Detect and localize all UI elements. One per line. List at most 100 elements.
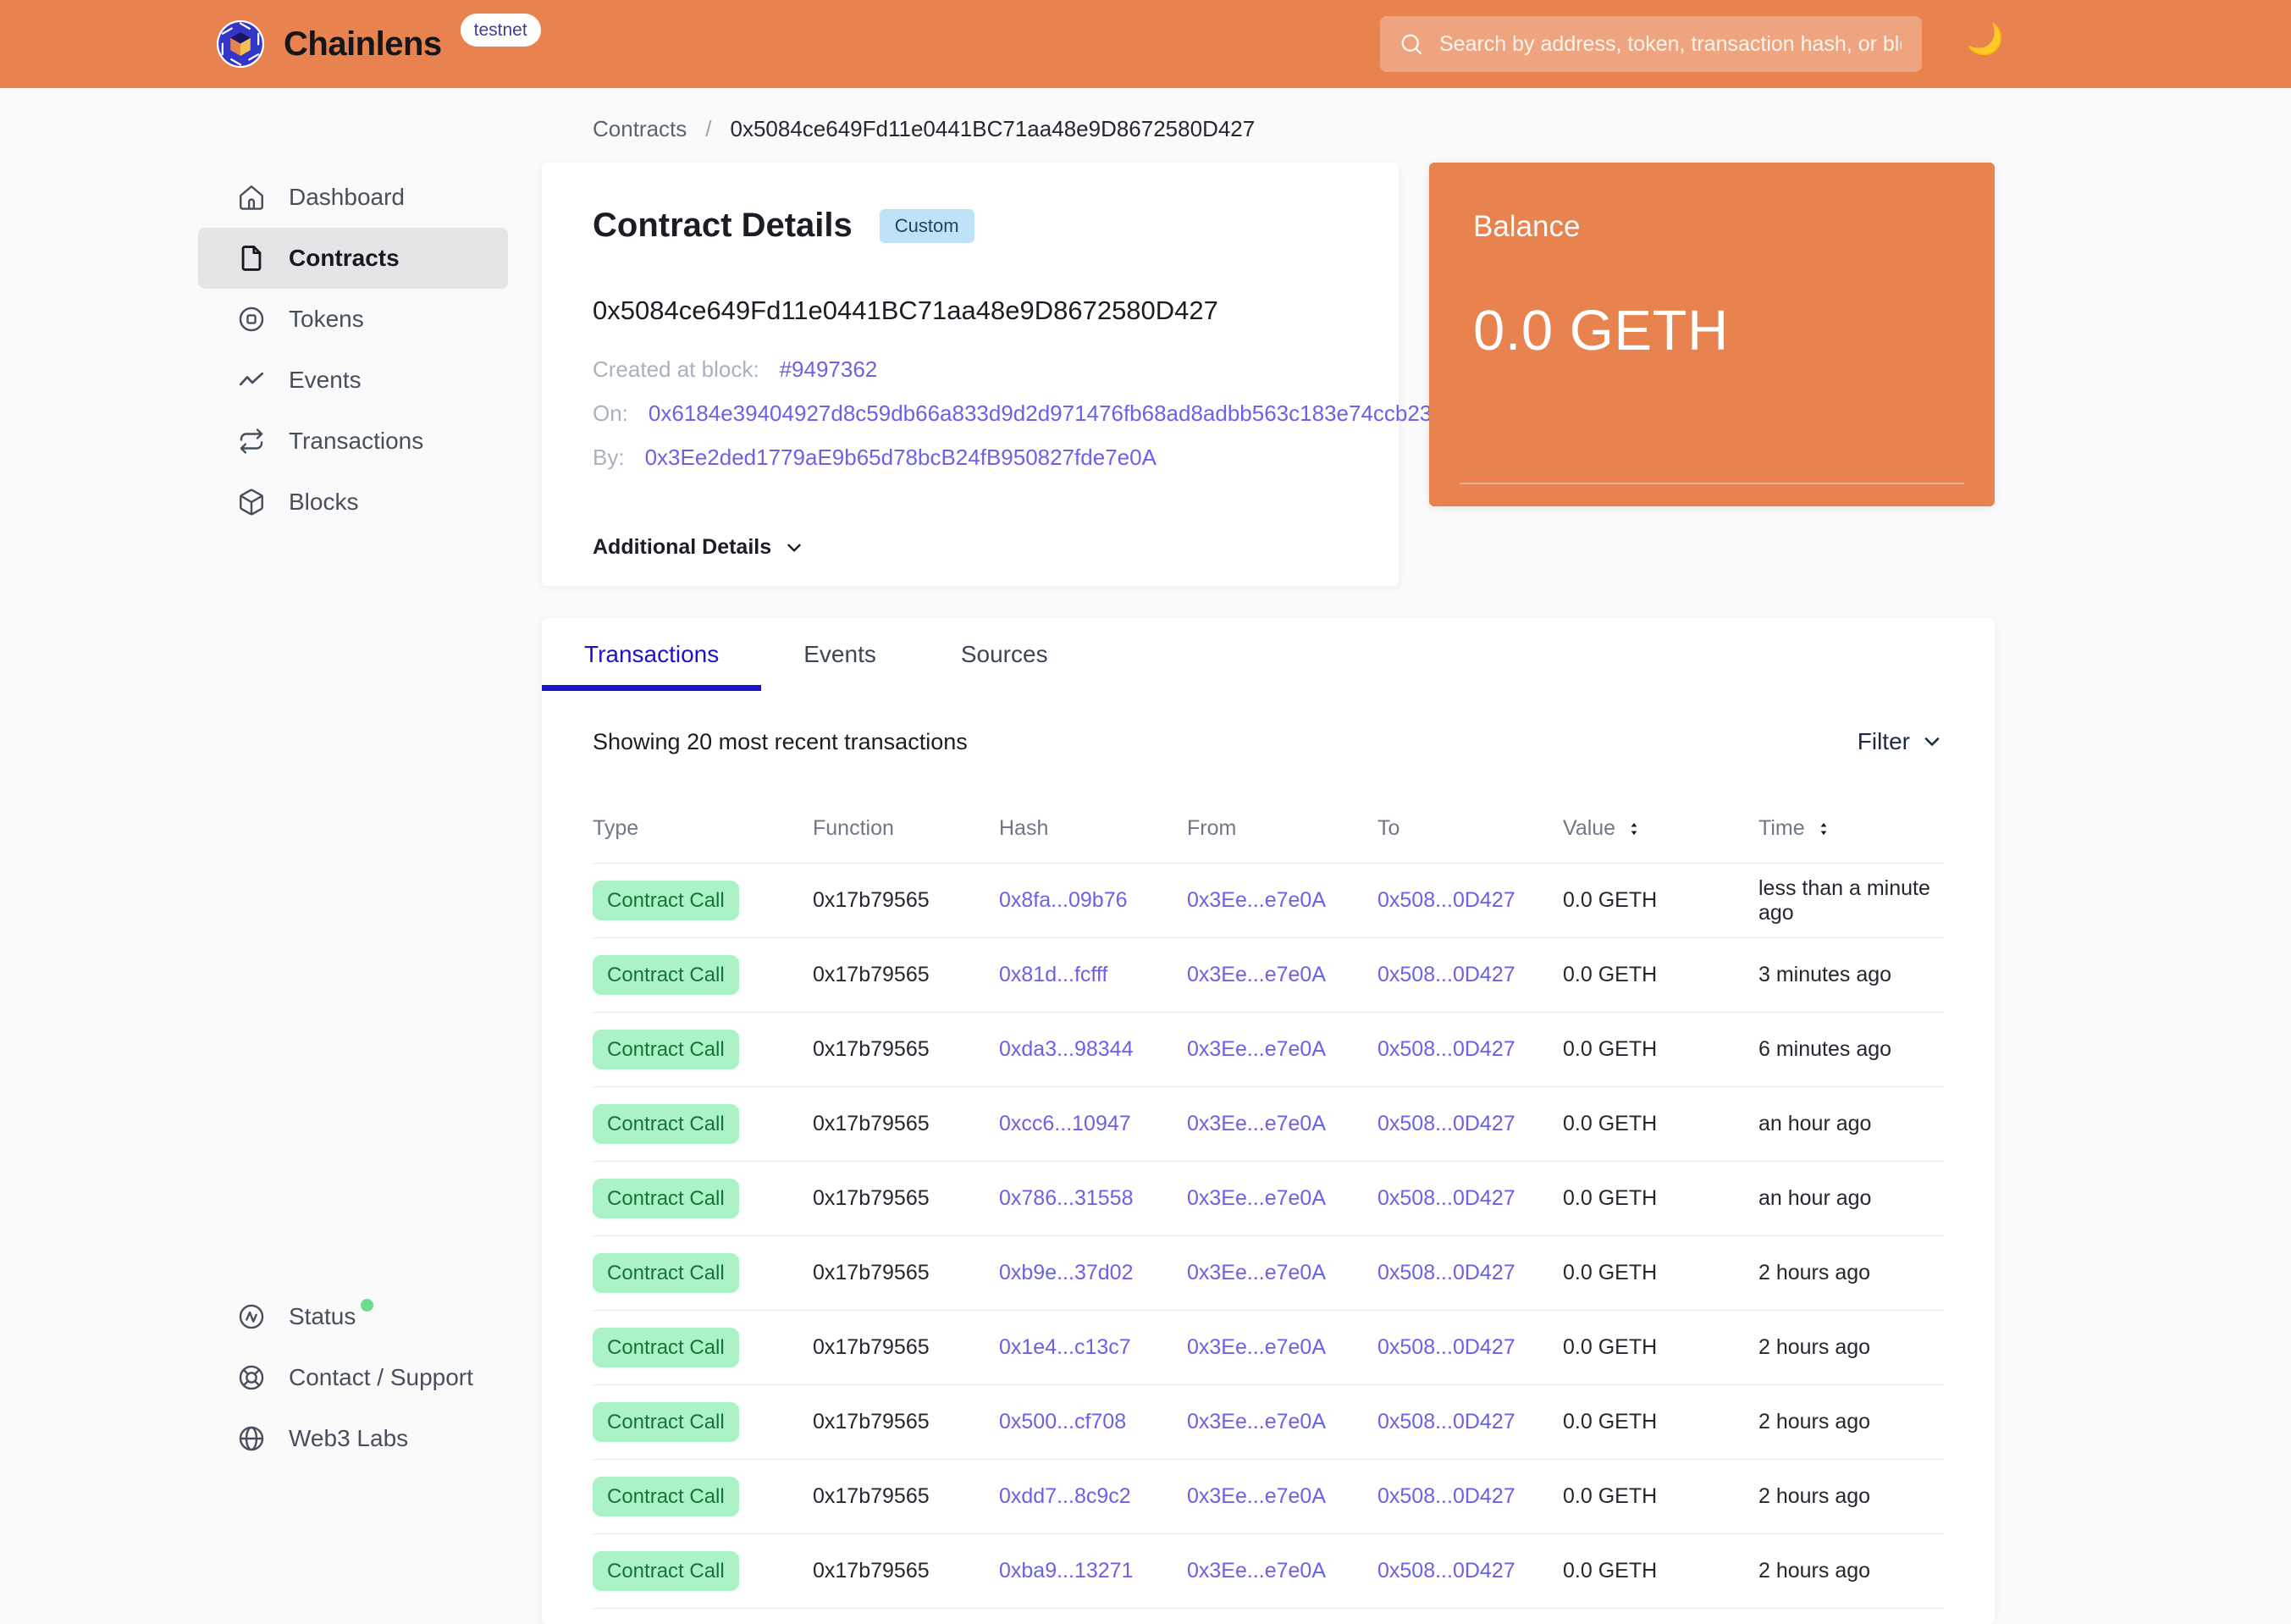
- to-address-link[interactable]: 0x508...0D427: [1377, 1112, 1515, 1135]
- home-icon: [237, 183, 266, 212]
- to-address-link[interactable]: 0x508...0D427: [1377, 1261, 1515, 1284]
- hash-link[interactable]: 0xda3...98344: [999, 1037, 1133, 1061]
- transactions-table: Type Function Hash From To Value Time Contract…: [593, 779, 1944, 1624]
- function-cell: 0x17b79565: [813, 1410, 930, 1433]
- from-address-link[interactable]: 0x3Ee...e7e0A: [1187, 1112, 1326, 1135]
- to-address-link[interactable]: 0x508...0D427: [1377, 1186, 1515, 1210]
- breadcrumb-contracts-link[interactable]: Contracts: [593, 116, 687, 142]
- value-cell: 0.0 GETH: [1563, 888, 1658, 912]
- to-address-link[interactable]: 0x508...0D427: [1377, 1037, 1515, 1061]
- from-address-link[interactable]: 0x3Ee...e7e0A: [1187, 1335, 1326, 1359]
- additional-details-toggle[interactable]: Additional Details: [593, 535, 1348, 560]
- from-address-link[interactable]: 0x3Ee...e7e0A: [1187, 1559, 1326, 1583]
- from-address-link[interactable]: 0x3Ee...e7e0A: [1187, 888, 1326, 912]
- column-label: From: [1187, 816, 1237, 840]
- activity-icon: [237, 366, 266, 395]
- from-address-link[interactable]: 0x3Ee...e7e0A: [1187, 1261, 1326, 1284]
- chevron-down-icon: [1920, 730, 1944, 754]
- contract-details-title: Contract Details: [593, 207, 853, 244]
- sidebar-item-web3-labs[interactable]: Web3 Labs: [198, 1408, 562, 1469]
- hash-link[interactable]: 0x1e4...c13c7: [999, 1335, 1131, 1359]
- creation-tx-hash-link[interactable]: 0x6184e39404927d8c59db66a833d9d2d971476f…: [649, 400, 1444, 427]
- value-cell: 0.0 GETH: [1563, 963, 1658, 986]
- search-bar[interactable]: [1380, 16, 1922, 72]
- from-address-link[interactable]: 0x3Ee...e7e0A: [1187, 963, 1326, 986]
- token-icon: [237, 305, 266, 334]
- function-cell: 0x17b79565: [813, 1186, 930, 1210]
- transaction-row: Contract Call 0x17b79565 0x786...31558 0x3E…: [593, 1162, 1944, 1236]
- sidebar-item-contracts[interactable]: Contracts: [198, 228, 508, 289]
- sidebar-item-events[interactable]: Events: [198, 350, 508, 411]
- time-cell: an hour ago: [1758, 1112, 1872, 1135]
- column-header-value[interactable]: Value: [1563, 816, 1758, 841]
- sidebar-item-contact-support[interactable]: Contact / Support: [198, 1347, 562, 1408]
- sidebar-item-status[interactable]: Status: [198, 1286, 562, 1347]
- function-cell: 0x17b79565: [813, 1484, 930, 1508]
- transaction-row: Contract Call 0x17b79565 0x8fa...09b76 0x3E…: [593, 864, 1944, 938]
- created-block-link[interactable]: #9497362: [780, 356, 878, 383]
- function-cell: 0x17b79565: [813, 1112, 930, 1135]
- hash-link[interactable]: 0x500...cf708: [999, 1410, 1126, 1433]
- column-label: Function: [813, 816, 894, 840]
- value-cell: 0.0 GETH: [1563, 1037, 1658, 1061]
- hash-link[interactable]: 0xcc6...10947: [999, 1112, 1131, 1135]
- transaction-row: Contract Call 0x17b79565 0xdd7...8c9c2 0x3E…: [593, 1460, 1944, 1534]
- time-cell: less than a minute ago: [1758, 876, 1930, 925]
- to-address-link[interactable]: 0x508...0D427: [1377, 1335, 1515, 1359]
- sidebar-item-label: Status: [289, 1303, 356, 1329]
- creator-address-link[interactable]: 0x3Ee2ded1779aE9b65d78bcB24fB950827fde7e…: [645, 445, 1157, 471]
- filter-label: Filter: [1857, 728, 1910, 754]
- from-address-link[interactable]: 0x3Ee...e7e0A: [1187, 1410, 1326, 1433]
- moon-icon: 🌙: [1966, 21, 2004, 56]
- filter-button[interactable]: Filter: [1858, 728, 1944, 755]
- to-address-link[interactable]: 0x508...0D427: [1377, 1484, 1515, 1508]
- sidebar-item-dashboard[interactable]: Dashboard: [198, 167, 508, 228]
- column-label: Type: [593, 816, 639, 840]
- time-cell: 2 hours ago: [1758, 1335, 1871, 1359]
- created-at-block-row: Created at block: #9497362: [593, 356, 1348, 383]
- column-header-function: Function: [813, 816, 999, 841]
- sidebar-item-transactions[interactable]: Transactions: [198, 411, 508, 472]
- sort-icon: [1626, 820, 1642, 837]
- cube-icon: [237, 488, 266, 516]
- column-header-time[interactable]: Time: [1758, 816, 1944, 841]
- hash-link[interactable]: 0x8fa...09b76: [999, 888, 1128, 912]
- search-input[interactable]: [1438, 30, 1903, 58]
- status-online-dot: [361, 1298, 374, 1312]
- created-at-block-label: Created at block:: [593, 356, 759, 382]
- type-badge: Contract Call: [593, 1029, 739, 1070]
- hash-link[interactable]: 0xba9...13271: [999, 1559, 1133, 1583]
- to-address-link[interactable]: 0x508...0D427: [1377, 888, 1515, 912]
- transaction-row: Contract Call 0x17b79565 0xda3...98344 0x3E…: [593, 1013, 1944, 1087]
- to-address-link[interactable]: 0x508...0D427: [1377, 963, 1515, 986]
- to-address-link[interactable]: 0x508...0D427: [1377, 1559, 1515, 1583]
- value-cell: 0.0 GETH: [1563, 1484, 1658, 1508]
- from-address-link[interactable]: 0x3Ee...e7e0A: [1187, 1037, 1326, 1061]
- contract-address: 0x5084ce649Fd11e0441BC71aa48e9D8672580D4…: [593, 296, 1218, 325]
- hash-link[interactable]: 0x786...31558: [999, 1186, 1133, 1210]
- value-cell: 0.0 GETH: [1563, 1335, 1658, 1359]
- table-header-row: Type Function Hash From To Value Time: [593, 779, 1944, 864]
- transaction-row: Contract Call 0x17b79565 0xb9e...37d02 0x3E…: [593, 1236, 1944, 1311]
- hash-link[interactable]: 0xb9e...37d02: [999, 1261, 1133, 1284]
- time-cell: 2 hours ago: [1758, 1261, 1871, 1284]
- type-badge: Contract Call: [593, 1327, 739, 1368]
- column-header-to: To: [1377, 816, 1563, 841]
- column-header-from: From: [1187, 816, 1377, 841]
- sidebar-item-label: Events: [289, 367, 362, 393]
- created-on-row: On: 0x6184e39404927d8c59db66a833d9d2d971…: [593, 400, 1444, 427]
- tab-transactions[interactable]: Transactions: [542, 618, 762, 691]
- sidebar-item-blocks[interactable]: Blocks: [198, 472, 508, 533]
- from-address-link[interactable]: 0x3Ee...e7e0A: [1187, 1484, 1326, 1508]
- status-icon: [237, 1302, 266, 1331]
- to-address-link[interactable]: 0x508...0D427: [1377, 1410, 1515, 1433]
- sidebar-item-tokens[interactable]: Tokens: [198, 289, 508, 350]
- dark-mode-toggle[interactable]: 🌙: [1966, 24, 2004, 54]
- from-address-link[interactable]: 0x3Ee...e7e0A: [1187, 1186, 1326, 1210]
- column-header-hash: Hash: [999, 816, 1187, 841]
- hash-link[interactable]: 0x81d...fcfff: [999, 963, 1107, 986]
- hash-link[interactable]: 0xdd7...8c9c2: [999, 1484, 1131, 1508]
- tab-events[interactable]: Events: [761, 618, 919, 691]
- contract-activity-card: Transactions Events Sources Showing 20 mos…: [542, 618, 1995, 1624]
- tab-sources[interactable]: Sources: [919, 618, 1090, 691]
